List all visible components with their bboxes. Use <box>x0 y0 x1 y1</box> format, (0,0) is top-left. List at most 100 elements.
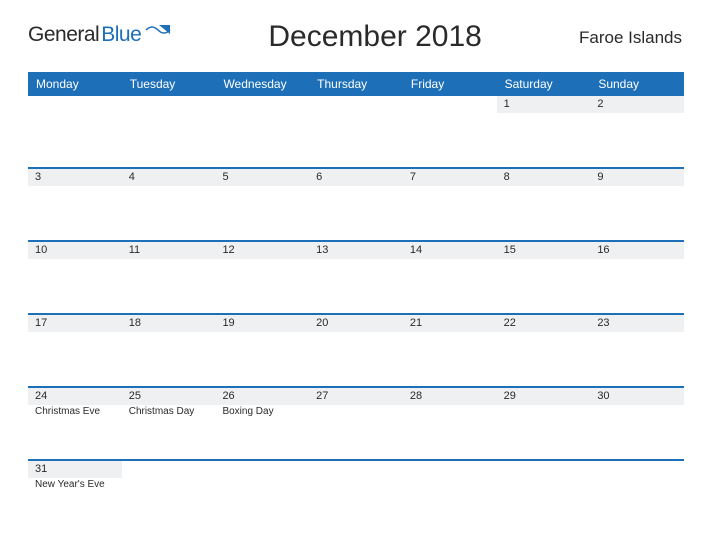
page-title: December 2018 <box>268 20 481 54</box>
day-number: 30 <box>590 388 684 405</box>
day-number: 21 <box>403 315 497 332</box>
day-cell: 13 <box>309 242 403 313</box>
day-number: 29 <box>497 388 591 405</box>
day-cell <box>403 461 497 527</box>
day-number: 15 <box>497 242 591 259</box>
day-of-week-header: Monday Tuesday Wednesday Thursday Friday… <box>28 72 684 94</box>
day-number: 3 <box>28 169 122 186</box>
day-number: 22 <box>497 315 591 332</box>
day-event: New Year's Eve <box>28 478 122 491</box>
week-row: 24Christmas Eve25Christmas Day26Boxing D… <box>28 386 684 459</box>
week-row: 12 <box>28 94 684 167</box>
day-number <box>403 461 497 478</box>
day-cell: 24Christmas Eve <box>28 388 122 459</box>
day-number: 9 <box>590 169 684 186</box>
day-cell: 4 <box>122 169 216 240</box>
day-cell: 19 <box>215 315 309 386</box>
logo-text-general: General <box>28 23 99 47</box>
day-number: 18 <box>122 315 216 332</box>
day-number: 5 <box>215 169 309 186</box>
day-cell: 10 <box>28 242 122 313</box>
logo-text-blue: Blue <box>101 23 141 47</box>
day-cell: 6 <box>309 169 403 240</box>
day-number: 4 <box>122 169 216 186</box>
day-cell: 27 <box>309 388 403 459</box>
day-cell <box>590 461 684 527</box>
day-number: 23 <box>590 315 684 332</box>
dow-saturday: Saturday <box>497 74 591 94</box>
globe-wave-icon <box>145 22 171 47</box>
day-cell: 11 <box>122 242 216 313</box>
day-cell: 17 <box>28 315 122 386</box>
day-number <box>309 96 403 113</box>
week-row: 10111213141516 <box>28 240 684 313</box>
day-cell: 21 <box>403 315 497 386</box>
day-cell <box>122 96 216 167</box>
day-number <box>403 96 497 113</box>
dow-wednesday: Wednesday <box>215 74 309 94</box>
day-number <box>215 461 309 478</box>
day-cell <box>403 96 497 167</box>
day-cell: 2 <box>590 96 684 167</box>
day-cell: 14 <box>403 242 497 313</box>
day-cell: 3 <box>28 169 122 240</box>
day-number: 26 <box>215 388 309 405</box>
day-cell: 20 <box>309 315 403 386</box>
day-number <box>590 461 684 478</box>
day-cell <box>215 461 309 527</box>
day-number <box>122 461 216 478</box>
day-cell: 25Christmas Day <box>122 388 216 459</box>
day-event: Boxing Day <box>215 405 309 418</box>
calendar-weeks: 123456789101112131415161718192021222324C… <box>28 94 684 527</box>
day-number <box>122 96 216 113</box>
day-cell <box>28 96 122 167</box>
day-number: 31 <box>28 461 122 478</box>
day-cell: 8 <box>497 169 591 240</box>
day-cell: 9 <box>590 169 684 240</box>
week-row: 31New Year's Eve <box>28 459 684 527</box>
day-cell <box>122 461 216 527</box>
day-cell: 16 <box>590 242 684 313</box>
day-number: 10 <box>28 242 122 259</box>
day-number: 1 <box>497 96 591 113</box>
day-number: 14 <box>403 242 497 259</box>
day-number: 27 <box>309 388 403 405</box>
day-number: 11 <box>122 242 216 259</box>
day-cell <box>309 461 403 527</box>
day-number: 19 <box>215 315 309 332</box>
dow-tuesday: Tuesday <box>122 74 216 94</box>
day-number: 24 <box>28 388 122 405</box>
header: GeneralBlue December 2018 Faroe Islands <box>28 18 684 54</box>
day-cell: 26Boxing Day <box>215 388 309 459</box>
day-cell: 15 <box>497 242 591 313</box>
day-number: 2 <box>590 96 684 113</box>
day-cell: 18 <box>122 315 216 386</box>
calendar: Monday Tuesday Wednesday Thursday Friday… <box>28 72 684 527</box>
day-number <box>309 461 403 478</box>
week-row: 3456789 <box>28 167 684 240</box>
day-cell: 12 <box>215 242 309 313</box>
day-number: 16 <box>590 242 684 259</box>
day-cell: 28 <box>403 388 497 459</box>
day-cell: 1 <box>497 96 591 167</box>
dow-thursday: Thursday <box>309 74 403 94</box>
day-cell: 31New Year's Eve <box>28 461 122 527</box>
day-number: 6 <box>309 169 403 186</box>
day-number: 7 <box>403 169 497 186</box>
dow-friday: Friday <box>403 74 497 94</box>
day-cell: 29 <box>497 388 591 459</box>
day-number <box>497 461 591 478</box>
day-cell <box>215 96 309 167</box>
day-number: 25 <box>122 388 216 405</box>
day-cell <box>497 461 591 527</box>
day-cell: 30 <box>590 388 684 459</box>
week-row: 17181920212223 <box>28 313 684 386</box>
day-number <box>28 96 122 113</box>
logo: GeneralBlue <box>28 22 171 47</box>
day-cell <box>309 96 403 167</box>
day-cell: 7 <box>403 169 497 240</box>
day-number: 13 <box>309 242 403 259</box>
day-number: 8 <box>497 169 591 186</box>
day-cell: 23 <box>590 315 684 386</box>
day-number <box>215 96 309 113</box>
